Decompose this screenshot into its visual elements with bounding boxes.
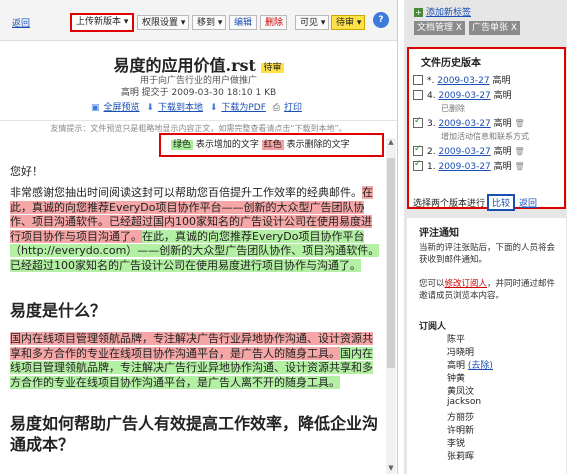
subscriber-item: 冯晓明 [447, 348, 475, 358]
paragraph-1-text: 非常感谢您抽出时间阅读这封可以帮助您百倍提升工作效率的经典邮件。 [10, 186, 362, 199]
compare-button[interactable]: 比较 [487, 194, 516, 211]
pending-badge: 待审 [261, 63, 284, 73]
trash-icon[interactable]: 🗑 [515, 147, 525, 156]
section-heading-1: 易度是什么？ [10, 301, 107, 320]
scrollbar[interactable]: ▲ ▼ [386, 138, 396, 474]
fullscreen-preview-link[interactable]: 全屏预览 [104, 103, 140, 113]
version-number: *. [427, 76, 435, 86]
notify-instructions: 您可以修改订阅人，并同时通过邮件邀请成员浏览本内容。 [419, 278, 561, 302]
subscriber-name: 高明 [447, 361, 466, 371]
download-local-link[interactable]: 下载到本地 [158, 103, 203, 113]
version-row: 2. 2009-03-27 高明 🗑 [413, 144, 525, 157]
version-author: 高明 [493, 119, 512, 129]
trash-icon[interactable]: 🗑 [515, 119, 525, 128]
notify-panel: 评注通知 当新的评注张贴后，下面的人员将会获收到邮件通知。 您可以修改订阅人，并… [407, 218, 566, 474]
legend-deleted-text: 表示删除的文字 [286, 140, 350, 150]
subscriber-item: 高明 (去除) [447, 358, 493, 371]
add-tag-label: 添加新标签 [426, 8, 472, 18]
subscriber-item: jackson [447, 397, 482, 407]
document-meta: 高明 提交于 2009-03-30 18:10 1 KB [120, 88, 277, 98]
version-row: 3. 2009-03-27 高明 🗑 [413, 116, 525, 129]
version-history-panel: 文件历史版本 *. 2009-03-27 高明 4. 2009-03-27 高明… [407, 47, 566, 211]
upload-new-version-button[interactable]: 上传新版本 ▾ [70, 13, 134, 32]
version-note: 已删除 [441, 104, 465, 113]
version-number: 4. [427, 91, 436, 101]
move-to-button[interactable]: 移到 ▾ [192, 15, 226, 30]
version-author: 高明 [492, 76, 511, 86]
notify-text: 您可以 [419, 279, 445, 289]
compare-label: 选择两个版本进行 [413, 199, 486, 209]
delete-button[interactable]: 删除 [260, 15, 287, 30]
version-checkbox[interactable] [413, 116, 423, 128]
version-number: 1. [427, 162, 436, 172]
version-date-link[interactable]: 2009-03-27 [438, 119, 490, 129]
preview-hint: 友情提示：文件预览只是粗略地显示内容正文，如需完整查看请点击“下载到本地”。 [0, 120, 397, 134]
notify-description: 当新的评注张贴后，下面的人员将会获收到邮件通知。 [419, 243, 556, 265]
tag-chip[interactable]: 文档管理 X [414, 21, 466, 35]
pending-status-button[interactable]: 待审 ▾ [331, 15, 365, 30]
version-checkbox[interactable] [413, 89, 423, 100]
version-row: 4. 2009-03-27 高明 [413, 88, 512, 101]
version-note: 增加活动信息和联系方式 [441, 132, 529, 141]
version-author: 高明 [493, 147, 512, 157]
deleted-text: 国内在线项目管理领航品牌，专注解决广告行业异地协作沟通、设计资源共享和多方合作的… [10, 332, 373, 360]
subscriber-item: 张莉晖 [447, 452, 475, 462]
tag-chip[interactable]: 广告单张 X [469, 21, 521, 35]
version-date-link[interactable]: 2009-03-27 [438, 162, 490, 172]
version-row: *. 2009-03-27 高明 [413, 73, 510, 86]
version-history-title: 文件历史版本 [421, 58, 481, 69]
greeting: 您好！ [10, 165, 43, 178]
version-checkbox[interactable] [413, 74, 423, 85]
version-row: 1. 2009-03-27 高明 🗑 [413, 159, 525, 172]
subscriber-item: 钟黄 [447, 374, 466, 384]
permission-settings-button[interactable]: 权限设置 ▾ [137, 15, 189, 30]
version-checkbox[interactable] [413, 159, 423, 171]
legend-added-swatch: 绿色 [171, 140, 194, 150]
scroll-thumb[interactable] [387, 158, 395, 368]
subscriber-item: 李锐 [447, 439, 466, 449]
notify-title: 评注通知 [419, 228, 459, 239]
fullscreen-icon: ▣ [90, 103, 100, 113]
scroll-down-icon[interactable]: ▼ [386, 464, 396, 474]
download-pdf-icon: ⬇ [209, 103, 218, 113]
remove-subscriber-link[interactable]: (去除) [468, 361, 493, 371]
version-date-link[interactable]: 2009-03-27 [437, 76, 489, 86]
print-icon: ⎙ [272, 103, 280, 113]
back-link[interactable]: 返回 [12, 16, 30, 29]
paragraph-1: 非常感谢您抽出时间阅读这封可以帮助您百倍提升工作效率的经典邮件。在此，真诚的向您… [10, 186, 380, 273]
version-number: 2. [427, 147, 436, 157]
visibility-button[interactable]: 可见 ▾ [295, 15, 329, 30]
edit-subscribers-link[interactable]: 修改订阅人 [445, 279, 488, 289]
subscriber-item: 许明新 [447, 426, 475, 436]
help-icon[interactable]: ? [373, 12, 389, 28]
toolbar: 返回 上传新版本 ▾ 权限设置 ▾ 移到 ▾ 编辑 删除 可见 ▾ 待审 ▾ ? [0, 0, 397, 41]
version-number: 3. [427, 119, 436, 129]
download-pdf-link[interactable]: 下载为PDF [221, 103, 266, 113]
diff-legend: 绿色 表示增加的文字 红色 表示删除的文字 [159, 133, 384, 157]
edit-button[interactable]: 编辑 [229, 15, 257, 30]
document-pane: 返回 上传新版本 ▾ 权限设置 ▾ 移到 ▾ 编辑 删除 可见 ▾ 待审 ▾ ?… [0, 0, 398, 474]
trash-icon[interactable]: 🗑 [515, 162, 525, 171]
subscriber-item: 黄凤汶 [447, 387, 475, 397]
add-tag-link[interactable]: + 添加新标签 [414, 5, 471, 18]
paragraph-2: 国内在线项目管理领航品牌，专注解决广告行业异地协作沟通、设计资源共享和多方合作的… [10, 332, 380, 390]
subscribers-title: 订阅人 [419, 322, 447, 332]
version-date-link[interactable]: 2009-03-27 [438, 91, 490, 101]
plus-icon: + [414, 8, 423, 17]
version-author: 高明 [493, 91, 512, 101]
print-link[interactable]: 打印 [284, 103, 302, 113]
version-author: 高明 [493, 162, 512, 172]
download-icon: ⬇ [146, 103, 154, 113]
legend-deleted-swatch: 红色 [261, 140, 284, 150]
document-actions: ▣ 全屏预览 ⬇ 下载到本地 ⬇ 下载为PDF ⎙ 打印 [0, 100, 397, 113]
section-heading-2: 易度如何帮助广告人有效提高工作效率，降低企业沟通成本？ [10, 414, 379, 454]
scroll-up-icon[interactable]: ▲ [386, 138, 396, 148]
compare-back-link[interactable]: 返回 [519, 199, 537, 209]
compare-row: 选择两个版本进行 比较 返回 [413, 194, 537, 211]
version-checkbox[interactable] [413, 144, 423, 156]
subscriber-item: 方丽莎 [447, 413, 475, 423]
version-date-link[interactable]: 2009-03-27 [438, 147, 490, 157]
subscriber-item: 陈平 [447, 335, 466, 345]
legend-added-text: 表示增加的文字 [195, 140, 259, 150]
